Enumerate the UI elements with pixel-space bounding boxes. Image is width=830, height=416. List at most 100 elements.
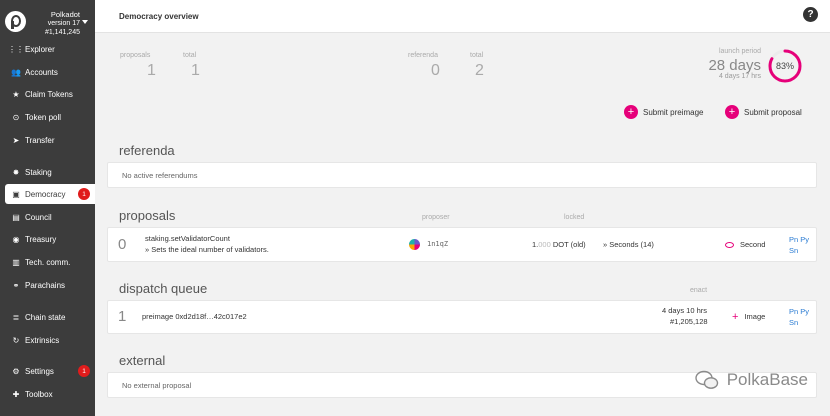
sidebar-item-chain-state[interactable]: ≣ Chain state [5, 307, 95, 327]
proposals-total-label: total [183, 52, 197, 59]
referenda-empty: No active referendums [122, 171, 198, 180]
dispatch-queue-title: dispatch queue [119, 281, 208, 296]
proposals-total-value: 1 [191, 62, 200, 79]
eye-icon [725, 242, 734, 249]
proposal-explorer-links[interactable]: Pn Py Sn [789, 234, 813, 256]
referenda-stat-value: 0 [431, 62, 440, 79]
launch-period-remaining: 4 days 17 hrs [718, 73, 761, 80]
treasury-icon: ◉ [12, 234, 20, 244]
notification-badge: 1 [78, 188, 90, 200]
sidebar-item-explorer[interactable]: ⋮⋮ Explorer [5, 39, 95, 59]
proposer-column-header: proposer [422, 214, 450, 221]
sidebar-item-tech-comm[interactable]: ▥ Tech. comm. [5, 252, 95, 272]
referenda-total-value: 2 [475, 62, 484, 79]
submit-proposal-label: Submit proposal [744, 107, 802, 117]
referenda-card: No active referendums [107, 162, 817, 188]
locked-column-header: locked [564, 214, 585, 221]
sidebar-item-token-poll[interactable]: ⊙ Token poll [5, 107, 95, 127]
sidebar-item-label: Tech. comm. [25, 257, 71, 267]
sidebar-item-label: Parachains [25, 280, 66, 290]
sidebar-item-parachains[interactable]: ⚭ Parachains [5, 275, 95, 295]
sidebar-item-accounts[interactable]: 👥 Accounts [5, 62, 95, 82]
submit-proposal-button[interactable]: + Submit proposal [725, 105, 802, 119]
referenda-stat-label: referenda [408, 52, 438, 59]
submit-preimage-button[interactable]: + Submit preimage [624, 105, 703, 119]
locked-decimals: 000 [538, 240, 551, 249]
parachains-icon: ⚭ [12, 280, 20, 290]
top-bar: Democracy overview ? [95, 0, 830, 33]
settings-icon: ⚙ [12, 366, 20, 376]
external-title: external [119, 353, 166, 368]
proposal-row[interactable]: 0 staking.setValidatorCount » Sets the i… [107, 227, 817, 262]
plus-icon: + [624, 105, 638, 119]
sidebar-item-label: Chain state [25, 312, 66, 322]
submit-preimage-label: Submit preimage [643, 107, 704, 117]
external-empty: No external proposal [122, 381, 192, 390]
explorer-icon: ⋮⋮ [8, 44, 24, 54]
sidebar-item-council[interactable]: ▤ Council [5, 207, 95, 227]
image-button[interactable]: + Image [732, 311, 765, 323]
sidebar-item-treasury[interactable]: ◉ Treasury [5, 229, 95, 249]
sidebar-item-label: Democracy [25, 189, 66, 199]
accounts-icon: 👥 [11, 67, 21, 77]
proposals-title: proposals [119, 208, 176, 223]
wechat-icon [695, 370, 718, 389]
send-icon: ➤ [12, 135, 20, 145]
launch-progress-percent: 83% [775, 61, 794, 71]
sidebar-item-label: Toolbox [25, 389, 53, 399]
sidebar-item-label: Accounts [25, 67, 58, 77]
sidebar-item-claim-tokens[interactable]: ★ Claim Tokens [5, 84, 95, 104]
sidebar-item-label: Settings [25, 366, 54, 376]
proposal-call: staking.setValidatorCount [145, 234, 230, 243]
notification-badge: 1 [78, 365, 90, 377]
toolbox-icon: ✚ [12, 389, 20, 399]
dispatch-index: 1 [118, 308, 127, 325]
chain-selector[interactable]: Polkadot version 17 #1,141,245 [0, 0, 95, 42]
sidebar-item-staking[interactable]: ✸ Staking [5, 162, 95, 182]
chevron-down-icon[interactable] [82, 20, 88, 24]
sidebar-item-democracy[interactable]: ▣ Democracy 1 [5, 184, 95, 204]
tech-comm-icon: ▥ [12, 257, 20, 267]
chain-name: Polkadot [50, 10, 80, 19]
sidebar-item-label: Transfer [25, 135, 55, 145]
sidebar-item-label: Extrinsics [25, 335, 60, 345]
dispatch-row[interactable]: 1 preimage 0xd2d18f…42c017e2 4 days 10 h… [107, 300, 817, 334]
polkadot-logo-icon [5, 11, 26, 32]
sidebar-item-toolbox[interactable]: ✚ Toolbox [5, 384, 95, 404]
poll-icon: ⊙ [12, 112, 20, 122]
second-label: Second [740, 240, 766, 249]
proposals-stat-label: proposals [120, 52, 151, 59]
sidebar-item-transfer[interactable]: ➤ Transfer [5, 130, 95, 150]
proposal-seconds[interactable]: » Seconds (14) [603, 240, 654, 249]
launch-period-days: 28 days [708, 57, 761, 74]
sidebar-item-label: Council [25, 212, 52, 222]
enact-column-header: enact [690, 287, 708, 294]
sidebar-item-label: Staking [25, 167, 52, 177]
image-label: Image [744, 311, 766, 321]
help-icon[interactable]: ? [803, 7, 818, 22]
plus-icon: + [732, 311, 739, 323]
dispatch-explorer-links[interactable]: Pn Py Sn [789, 306, 813, 328]
sidebar-item-extrinsics[interactable]: ↻ Extrinsics [5, 330, 95, 350]
chain-block: #1,141,245 [44, 29, 80, 36]
extrinsics-icon: ↻ [12, 335, 20, 345]
referenda-title: referenda [119, 143, 175, 158]
sidebar-item-label: Claim Tokens [25, 89, 73, 99]
page-title: Democracy overview [119, 12, 199, 21]
main-content: Democracy overview ? proposals 1 total 1… [95, 0, 830, 416]
proposal-description[interactable]: » Sets the ideal number of validators. [145, 245, 269, 254]
dispatch-preimage: preimage 0xd2d18f…42c017e2 [142, 312, 247, 321]
proposer-identicon[interactable] [409, 239, 420, 250]
sidebar: Polkadot version 17 #1,141,245 ⋮⋮ Explore… [0, 0, 95, 416]
proposer-address[interactable]: 1n1qZ [427, 240, 448, 248]
star-icon: ★ [12, 89, 20, 99]
sidebar-item-settings[interactable]: ⚙ Settings 1 [5, 361, 95, 381]
watermark: PolkaBase [695, 370, 808, 390]
enact-time: 4 days 10 hrs [662, 306, 708, 315]
council-icon: ▤ [12, 212, 20, 222]
locked-unit: DOT (old) [550, 240, 586, 249]
sidebar-item-label: Token poll [25, 112, 62, 122]
proposal-locked: 1.000 DOT (old) [532, 240, 586, 249]
proposals-stat-value: 1 [147, 62, 156, 79]
second-button[interactable]: Second [725, 240, 765, 249]
